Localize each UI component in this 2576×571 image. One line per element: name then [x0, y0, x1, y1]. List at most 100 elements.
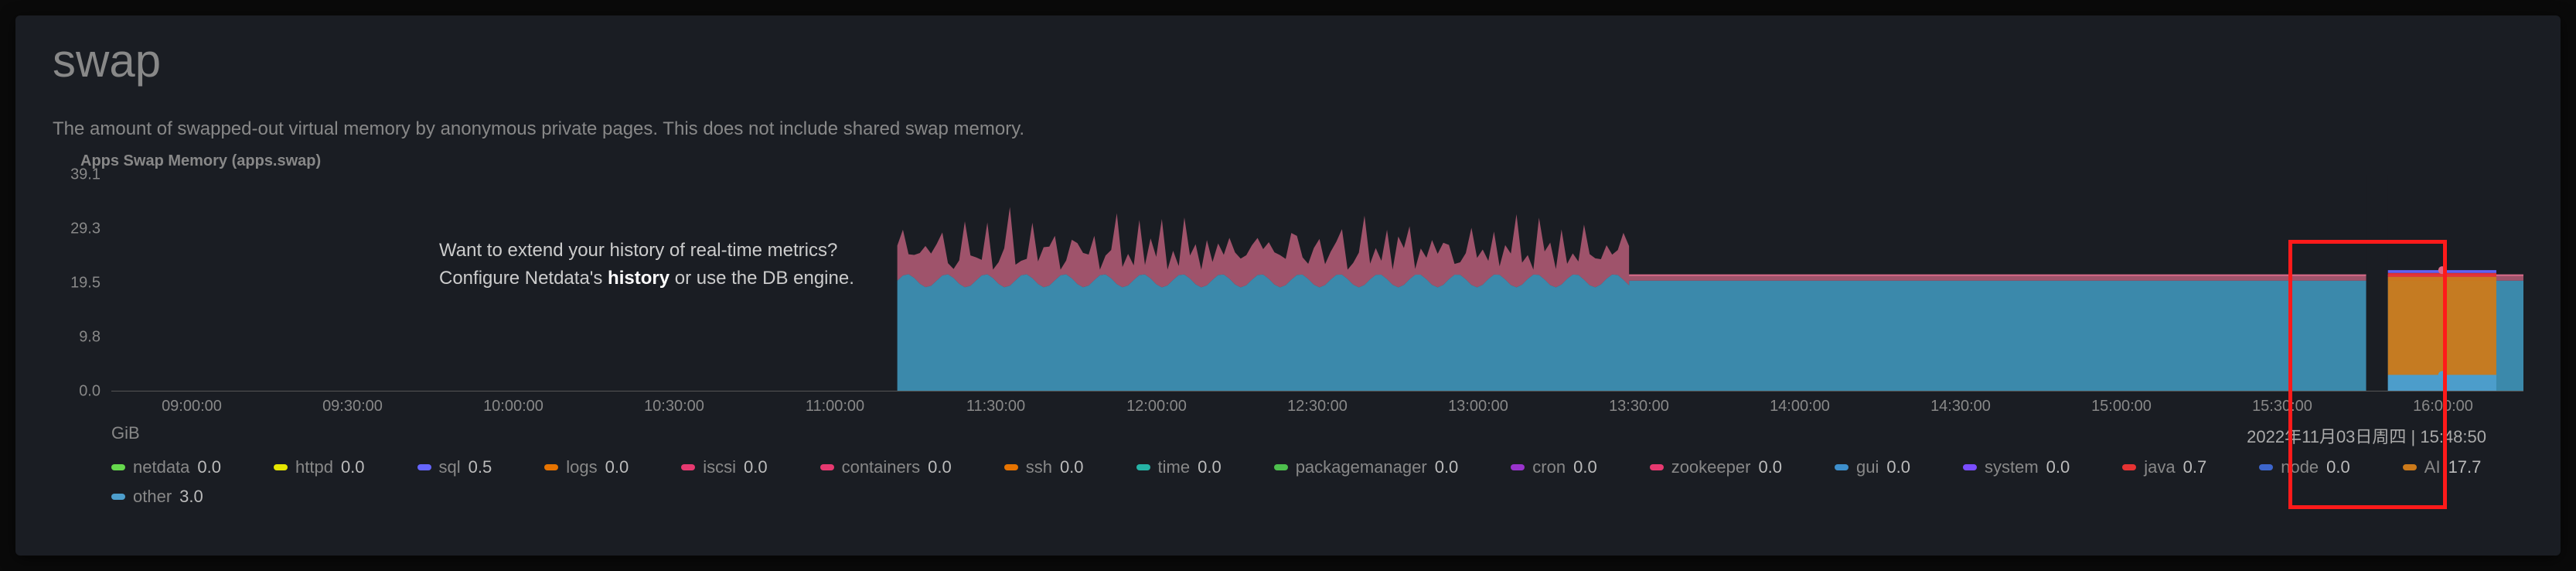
legend-swatch-icon [1650, 464, 1664, 470]
x-tick: 12:00:00 [1076, 398, 1237, 415]
legend-name: containers [842, 457, 921, 477]
legend-swatch-icon [681, 464, 695, 470]
legend-value: 0.0 [744, 457, 768, 477]
legend-swatch-icon [820, 464, 834, 470]
legend-name: node [2281, 457, 2319, 477]
panel-title: swap [53, 34, 2523, 87]
x-tick: 12:30:00 [1237, 398, 1398, 415]
legend-swatch-icon [2259, 464, 2273, 470]
y-unit: GiB [111, 423, 2523, 443]
legend-item-httpd[interactable]: httpd 0.0 [274, 457, 365, 477]
legend-item-system[interactable]: system 0.0 [1963, 457, 2070, 477]
legend-name: gui [1856, 457, 1879, 477]
legend-value: 0.0 [2046, 457, 2070, 477]
x-tick: 09:30:00 [272, 398, 433, 415]
legend-swatch-icon [1511, 464, 1525, 470]
legend: netdata0.0httpd0.0sql0.5logs0.0iscsi0.0c… [111, 457, 2523, 507]
legend-name: netdata [133, 457, 189, 477]
x-tick: 15:30:00 [2202, 398, 2363, 415]
x-tick: 10:00:00 [433, 398, 594, 415]
legend-name: packagemanager [1296, 457, 1427, 477]
legend-item-gui[interactable]: gui0.0 [1835, 457, 1910, 477]
legend-swatch-icon [274, 464, 288, 470]
legend-name: cron [1532, 457, 1566, 477]
legend-value: 0.0 [605, 457, 629, 477]
legend-item-other[interactable]: other 3.0 [111, 487, 203, 507]
legend-item-sql[interactable]: sql 0.5 [417, 457, 492, 477]
legend-value: 0.0 [928, 457, 952, 477]
legend-name: other [133, 487, 172, 507]
legend-value: 0.0 [197, 457, 221, 477]
legend-value: 0.7 [2183, 457, 2207, 477]
y-tick: 9.8 [79, 329, 101, 347]
legend-item-java[interactable]: java 0.7 [2122, 457, 2206, 477]
legend-value: 0.0 [1758, 457, 1782, 477]
panel-description: The amount of swapped-out virtual memory… [53, 118, 2523, 140]
legend-item-node[interactable]: node 0.0 [2259, 457, 2350, 477]
x-tick: 14:00:00 [1719, 398, 1880, 415]
legend-swatch-icon [417, 464, 431, 470]
history-hint-line1: Want to extend your history of real-time… [439, 237, 854, 265]
legend-swatch-icon [1274, 464, 1288, 470]
x-tick: 11:00:00 [755, 398, 915, 415]
x-tick: 10:30:00 [594, 398, 755, 415]
x-axis-labels: 09:00:0009:30:0010:00:0010:30:0011:00:00… [111, 398, 2523, 415]
legend-name: iscsi [703, 457, 736, 477]
legend-swatch-icon [544, 464, 558, 470]
legend-value: 0.0 [2326, 457, 2350, 477]
legend-value: 0.0 [1435, 457, 1459, 477]
legend-item-time[interactable]: time 0.0 [1136, 457, 1222, 477]
y-tick: 39.1 [70, 166, 101, 184]
legend-swatch-icon [2403, 464, 2417, 470]
legend-swatch-icon [111, 464, 125, 470]
history-link[interactable]: history [608, 268, 670, 289]
chart-title: Apps Swap Memory (apps.swap) [80, 152, 2523, 170]
chart-area[interactable]: 39.1 29.3 19.5 9.8 0.0 Want to extend yo… [53, 175, 2523, 391]
legend-value: 17.7 [2448, 457, 2482, 477]
x-tick: 11:30:00 [915, 398, 1076, 415]
legend-value: 0.0 [1573, 457, 1597, 477]
history-hint: Want to extend your history of real-time… [439, 237, 854, 292]
x-tick: 14:30:00 [1880, 398, 2041, 415]
history-hint-line2: Configure Netdata's history or use the D… [439, 265, 854, 292]
legend-name: java [2144, 457, 2175, 477]
legend-value: 3.0 [179, 487, 203, 507]
legend-swatch-icon [1136, 464, 1150, 470]
x-tick: 15:00:00 [2041, 398, 2202, 415]
legend-value: 0.0 [1060, 457, 1084, 477]
chart-panel: swap The amount of swapped-out virtual m… [15, 15, 2561, 556]
x-tick: 13:00:00 [1398, 398, 1559, 415]
legend-value: 0.5 [469, 457, 492, 477]
legend-item-ssh[interactable]: ssh 0.0 [1004, 457, 1084, 477]
legend-name: logs [566, 457, 597, 477]
x-tick: 16:00:00 [2363, 398, 2523, 415]
y-axis-labels: 39.1 29.3 19.5 9.8 0.0 [53, 175, 107, 391]
y-tick: 29.3 [70, 221, 101, 238]
legend-name: AI [2424, 457, 2441, 477]
legend-swatch-icon [1835, 464, 1849, 470]
x-tick: 13:30:00 [1559, 398, 1719, 415]
legend-swatch-icon [111, 494, 125, 500]
legend-name: sql [439, 457, 461, 477]
legend-swatch-icon [2122, 464, 2136, 470]
legend-name: ssh [1026, 457, 1052, 477]
legend-item-logs[interactable]: logs 0.0 [544, 457, 629, 477]
legend-swatch-icon [1963, 464, 1977, 470]
y-tick: 0.0 [79, 383, 101, 401]
legend-name: time [1158, 457, 1191, 477]
legend-name: httpd [295, 457, 333, 477]
legend-name: zookeeper [1671, 457, 1751, 477]
x-tick: 09:00:00 [111, 398, 272, 415]
legend-item-containers[interactable]: containers 0.0 [820, 457, 952, 477]
legend-value: 0.0 [341, 457, 365, 477]
legend-item-zookeeper[interactable]: zookeeper 0.0 [1650, 457, 1782, 477]
legend-swatch-icon [1004, 464, 1018, 470]
y-tick: 19.5 [70, 275, 101, 292]
legend-value: 0.0 [1198, 457, 1222, 477]
legend-item-packagemanager[interactable]: packagemanager 0.0 [1274, 457, 1459, 477]
legend-item-AI[interactable]: AI 17.7 [2403, 457, 2482, 477]
legend-item-iscsi[interactable]: iscsi 0.0 [681, 457, 767, 477]
legend-name: system [1985, 457, 2039, 477]
legend-item-cron[interactable]: cron 0.0 [1511, 457, 1596, 477]
legend-item-netdata[interactable]: netdata 0.0 [111, 457, 221, 477]
